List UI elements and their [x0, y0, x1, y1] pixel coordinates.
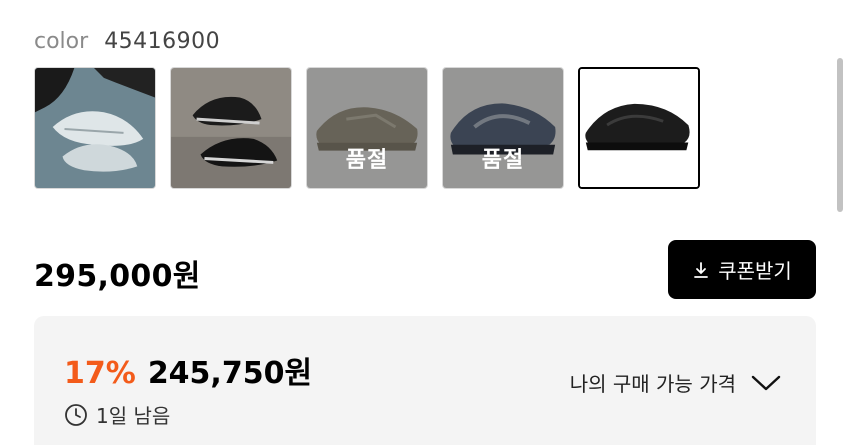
- time-remaining-label: 1일 남음: [96, 404, 171, 428]
- discount-panel: 17% 245,750원 1일 남음 나의 구매 가능 가격: [34, 316, 816, 445]
- my-price-toggle[interactable]: 나의 구매 가능 가격: [570, 368, 782, 397]
- shoe-image-1: [35, 68, 155, 188]
- color-info: color 45416900: [34, 28, 220, 56]
- my-price-label: 나의 구매 가능 가격: [569, 372, 736, 396]
- shoe-image-2: [171, 68, 291, 188]
- chevron-down-icon: [751, 375, 781, 390]
- color-thumbnail-1[interactable]: [34, 67, 156, 189]
- color-thumbnail-2[interactable]: [170, 67, 292, 189]
- color-thumbnail-3[interactable]: 품절: [306, 67, 428, 189]
- color-thumbnail-5-selected[interactable]: [578, 67, 700, 189]
- download-icon: [694, 261, 709, 278]
- sale-price: 245,750원: [147, 356, 313, 391]
- color-thumbnails: 품절 품절: [34, 67, 700, 189]
- shoe-image-5: [580, 69, 698, 187]
- color-code: 45416900: [104, 29, 221, 54]
- coupon-button-label: 쿠폰받기: [718, 259, 792, 283]
- scrollbar[interactable]: [837, 58, 843, 212]
- coupon-download-button[interactable]: 쿠폰받기: [668, 240, 816, 299]
- color-label: color: [34, 29, 89, 54]
- color-thumbnail-4[interactable]: 품절: [442, 67, 564, 189]
- clock-icon: [65, 403, 87, 426]
- sold-out-badge: 품절: [345, 148, 389, 173]
- discount-price-row: 17% 245,750원: [64, 348, 312, 392]
- sold-out-badge: 품절: [481, 148, 525, 173]
- original-price: 295,000원: [34, 259, 201, 294]
- discount-rate: 17%: [64, 356, 136, 391]
- time-remaining: 1일 남음: [64, 400, 170, 429]
